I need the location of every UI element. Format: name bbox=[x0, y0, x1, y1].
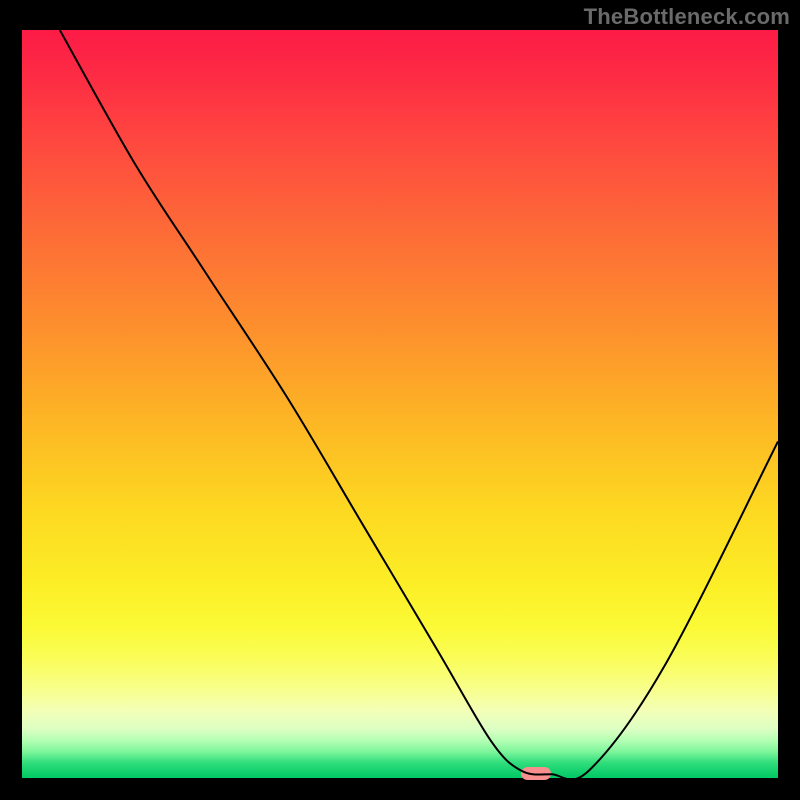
chart-frame: TheBottleneck.com bbox=[0, 0, 800, 800]
optimal-marker bbox=[521, 767, 551, 780]
plot-area bbox=[22, 30, 778, 778]
bottleneck-curve bbox=[22, 30, 778, 778]
watermark-text: TheBottleneck.com bbox=[584, 4, 790, 30]
